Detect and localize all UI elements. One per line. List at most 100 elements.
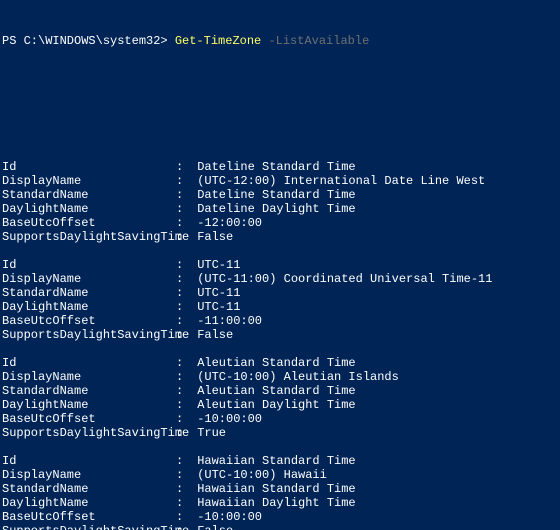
prompt-prefix: PS C:\WINDOWS\system32>	[2, 34, 175, 48]
field-value: -10:00:00	[190, 412, 262, 426]
separator: :	[176, 370, 190, 384]
separator: :	[176, 384, 190, 398]
output-row: DaylightName: Aleutian Daylight Time	[2, 398, 560, 412]
field-name: SupportsDaylightSavingTime	[2, 524, 176, 530]
field-value: Aleutian Standard Time	[190, 356, 356, 370]
field-name: Id	[2, 356, 176, 370]
output-row: SupportsDaylightSavingTime: False	[2, 230, 560, 244]
separator: :	[176, 160, 190, 174]
output-row: SupportsDaylightSavingTime: True	[2, 426, 560, 440]
field-value: (UTC-10:00) Aleutian Islands	[190, 370, 399, 384]
output-row: BaseUtcOffset: -11:00:00	[2, 314, 560, 328]
field-name: DisplayName	[2, 174, 176, 188]
output-row: StandardName: Dateline Standard Time	[2, 188, 560, 202]
field-name: DaylightName	[2, 398, 176, 412]
field-value: (UTC-12:00) International Date Line West	[190, 174, 485, 188]
output-row: DisplayName: (UTC-11:00) Coordinated Uni…	[2, 272, 560, 286]
field-value: False	[190, 230, 233, 244]
separator: :	[176, 454, 190, 468]
field-name: StandardName	[2, 384, 176, 398]
output-row: Id: Hawaiian Standard Time	[2, 454, 560, 468]
command-line: PS C:\WINDOWS\system32> Get-TimeZone -Li…	[2, 34, 560, 48]
cmdlet-param: -ListAvailable	[261, 34, 369, 48]
field-value: Aleutian Standard Time	[190, 384, 356, 398]
field-value: (UTC-10:00) Hawaii	[190, 468, 327, 482]
output-row: DisplayName: (UTC-12:00) International D…	[2, 174, 560, 188]
output-row: Id: Aleutian Standard Time	[2, 356, 560, 370]
field-name: Id	[2, 454, 176, 468]
blank-line	[2, 342, 560, 356]
field-name: StandardName	[2, 188, 176, 202]
output-row: BaseUtcOffset: -12:00:00	[2, 216, 560, 230]
output-row: SupportsDaylightSavingTime: False	[2, 328, 560, 342]
field-value: Hawaiian Standard Time	[190, 454, 356, 468]
separator: :	[176, 524, 190, 530]
separator: :	[176, 314, 190, 328]
output-row: DaylightName: Dateline Daylight Time	[2, 202, 560, 216]
field-name: BaseUtcOffset	[2, 314, 176, 328]
field-value: UTC-11	[190, 286, 240, 300]
separator: :	[176, 328, 190, 342]
field-name: SupportsDaylightSavingTime	[2, 230, 176, 244]
field-name: DaylightName	[2, 300, 176, 314]
field-value: -12:00:00	[190, 216, 262, 230]
output-row: DaylightName: UTC-11	[2, 300, 560, 314]
field-name: DisplayName	[2, 272, 176, 286]
output-row: StandardName: Aleutian Standard Time	[2, 384, 560, 398]
output-row: DisplayName: (UTC-10:00) Hawaii	[2, 468, 560, 482]
field-value: False	[190, 328, 233, 342]
field-name: DisplayName	[2, 370, 176, 384]
separator: :	[176, 398, 190, 412]
separator: :	[176, 174, 190, 188]
field-name: DaylightName	[2, 496, 176, 510]
output-row: SupportsDaylightSavingTime: False	[2, 524, 560, 530]
separator: :	[176, 468, 190, 482]
separator: :	[176, 272, 190, 286]
output-row: Id: UTC-11	[2, 258, 560, 272]
field-name: Id	[2, 160, 176, 174]
output-row: DaylightName: Hawaiian Daylight Time	[2, 496, 560, 510]
blank-line	[2, 76, 560, 90]
output-row: StandardName: UTC-11	[2, 286, 560, 300]
powershell-terminal[interactable]: PS C:\WINDOWS\system32> Get-TimeZone -Li…	[0, 0, 560, 530]
separator: :	[176, 496, 190, 510]
field-name: DisplayName	[2, 468, 176, 482]
separator: :	[176, 426, 190, 440]
field-value: Dateline Standard Time	[190, 160, 356, 174]
field-value: Dateline Standard Time	[190, 188, 356, 202]
field-value: -11:00:00	[190, 314, 262, 328]
separator: :	[176, 230, 190, 244]
output-row: BaseUtcOffset: -10:00:00	[2, 510, 560, 524]
output-row: Id: Dateline Standard Time	[2, 160, 560, 174]
separator: :	[176, 202, 190, 216]
output-row: StandardName: Hawaiian Standard Time	[2, 482, 560, 496]
field-value: True	[190, 426, 226, 440]
field-value: UTC-11	[190, 258, 240, 272]
field-value: False	[190, 524, 233, 530]
field-value: Hawaiian Standard Time	[190, 482, 356, 496]
field-name: SupportsDaylightSavingTime	[2, 328, 176, 342]
field-name: Id	[2, 258, 176, 272]
separator: :	[176, 286, 190, 300]
cmdlet-name: Get-TimeZone	[175, 34, 261, 48]
field-name: BaseUtcOffset	[2, 216, 176, 230]
field-value: Hawaiian Daylight Time	[190, 496, 356, 510]
field-name: SupportsDaylightSavingTime	[2, 426, 176, 440]
separator: :	[176, 216, 190, 230]
field-value: Aleutian Daylight Time	[190, 398, 356, 412]
field-value: UTC-11	[190, 300, 240, 314]
separator: :	[176, 300, 190, 314]
field-name: StandardName	[2, 286, 176, 300]
field-name: DaylightName	[2, 202, 176, 216]
separator: :	[176, 412, 190, 426]
field-name: StandardName	[2, 482, 176, 496]
blank-line	[2, 118, 560, 132]
blank-line	[2, 440, 560, 454]
command-output: Id: Dateline Standard TimeDisplayName: (…	[2, 160, 560, 530]
separator: :	[176, 510, 190, 524]
separator: :	[176, 356, 190, 370]
field-name: BaseUtcOffset	[2, 510, 176, 524]
separator: :	[176, 482, 190, 496]
separator: :	[176, 258, 190, 272]
separator: :	[176, 188, 190, 202]
